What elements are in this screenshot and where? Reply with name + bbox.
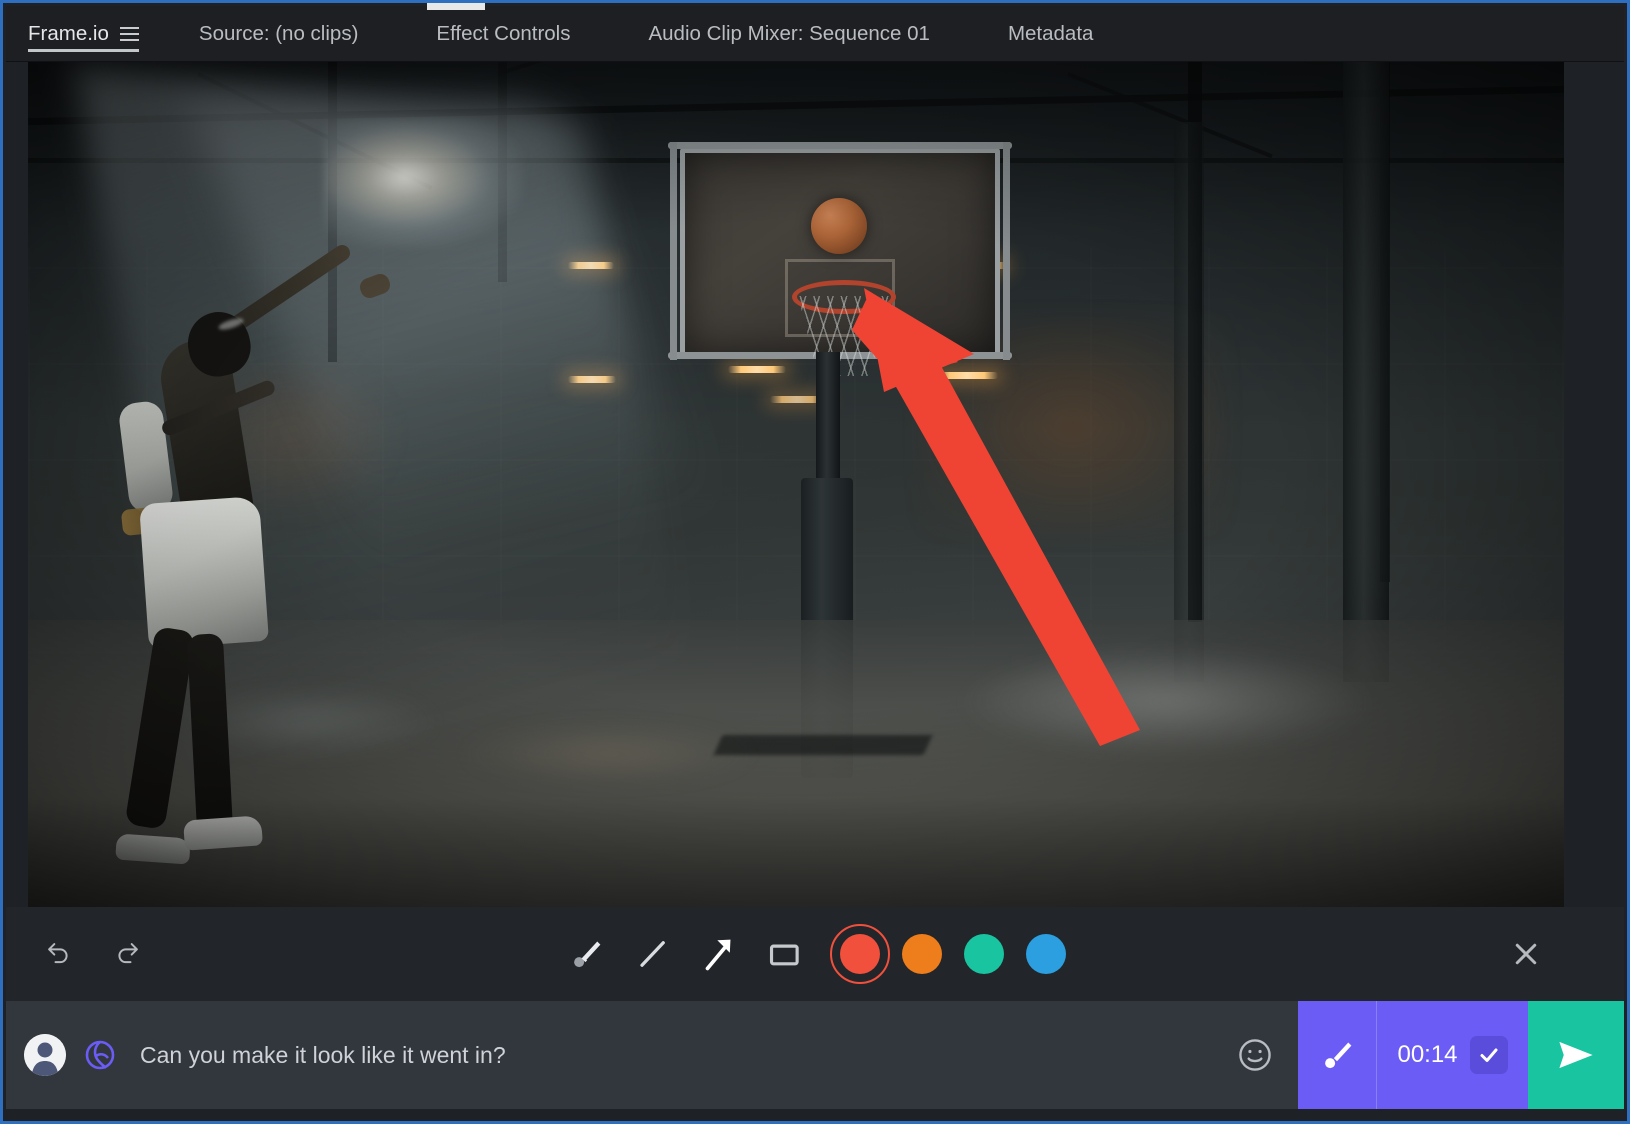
tool-palette — [553, 923, 1077, 985]
emoji-smiley-icon[interactable] — [1212, 1001, 1298, 1109]
annotation-toolbar — [6, 907, 1624, 1001]
tab-audio-clip-mixer[interactable]: Audio Clip Mixer: Sequence 01 — [648, 6, 929, 61]
color-swatch-orange[interactable] — [891, 923, 953, 985]
frameio-panel: Frame.io Source: (no clips) Effect Contr… — [0, 0, 1630, 1124]
user-avatar[interactable] — [24, 1034, 66, 1076]
tab-frameio-label: Frame.io — [28, 21, 109, 45]
line-tool[interactable] — [619, 928, 685, 980]
tab-active-underline — [28, 49, 139, 52]
rectangle-tool[interactable] — [751, 928, 817, 980]
arrow-tool[interactable] — [685, 928, 751, 980]
basketball — [811, 198, 867, 254]
window-tab-indicator — [427, 3, 485, 10]
globe-icon[interactable] — [82, 1037, 118, 1073]
video-viewer[interactable] — [28, 62, 1564, 907]
timecode-label: 00:14 — [1397, 1041, 1458, 1068]
comment-text: Can you make it look like it went in? — [140, 1041, 506, 1068]
tab-effect-controls[interactable]: Effect Controls — [436, 6, 570, 61]
video-frame — [28, 62, 1564, 907]
comment-bar: Can you make it look like it went in? 00… — [6, 1001, 1624, 1109]
tab-frameio[interactable]: Frame.io — [28, 6, 139, 61]
close-annotation-button[interactable] — [1506, 934, 1546, 974]
timecode-checkbox[interactable] — [1469, 1036, 1508, 1074]
undo-button[interactable] — [40, 935, 78, 973]
comment-input[interactable]: Can you make it look like it went in? — [118, 1001, 1212, 1109]
panel-tab-bar: Frame.io Source: (no clips) Effect Contr… — [6, 6, 1624, 62]
brush-tool[interactable] — [553, 928, 619, 980]
color-swatches — [829, 923, 1077, 985]
basketball-player — [88, 241, 393, 907]
tab-source[interactable]: Source: (no clips) — [199, 6, 359, 61]
send-comment-button[interactable] — [1528, 1001, 1624, 1109]
tab-effect-controls-label: Effect Controls — [436, 21, 571, 45]
tab-audio-clip-mixer-label: Audio Clip Mixer: Sequence 01 — [648, 21, 930, 45]
color-swatch-teal[interactable] — [953, 923, 1015, 985]
redo-button[interactable] — [108, 935, 146, 973]
tab-metadata[interactable]: Metadata — [1008, 6, 1093, 61]
color-swatch-blue[interactable] — [1015, 923, 1077, 985]
timecode-toggle[interactable]: 00:14 — [1376, 1001, 1528, 1109]
color-swatch-red[interactable] — [829, 923, 891, 985]
tab-metadata-label: Metadata — [1007, 21, 1094, 45]
hamburger-menu-icon[interactable] — [119, 25, 139, 42]
comment-brush-button[interactable] — [1298, 1001, 1376, 1109]
tab-source-label: Source: (no clips) — [198, 21, 359, 45]
